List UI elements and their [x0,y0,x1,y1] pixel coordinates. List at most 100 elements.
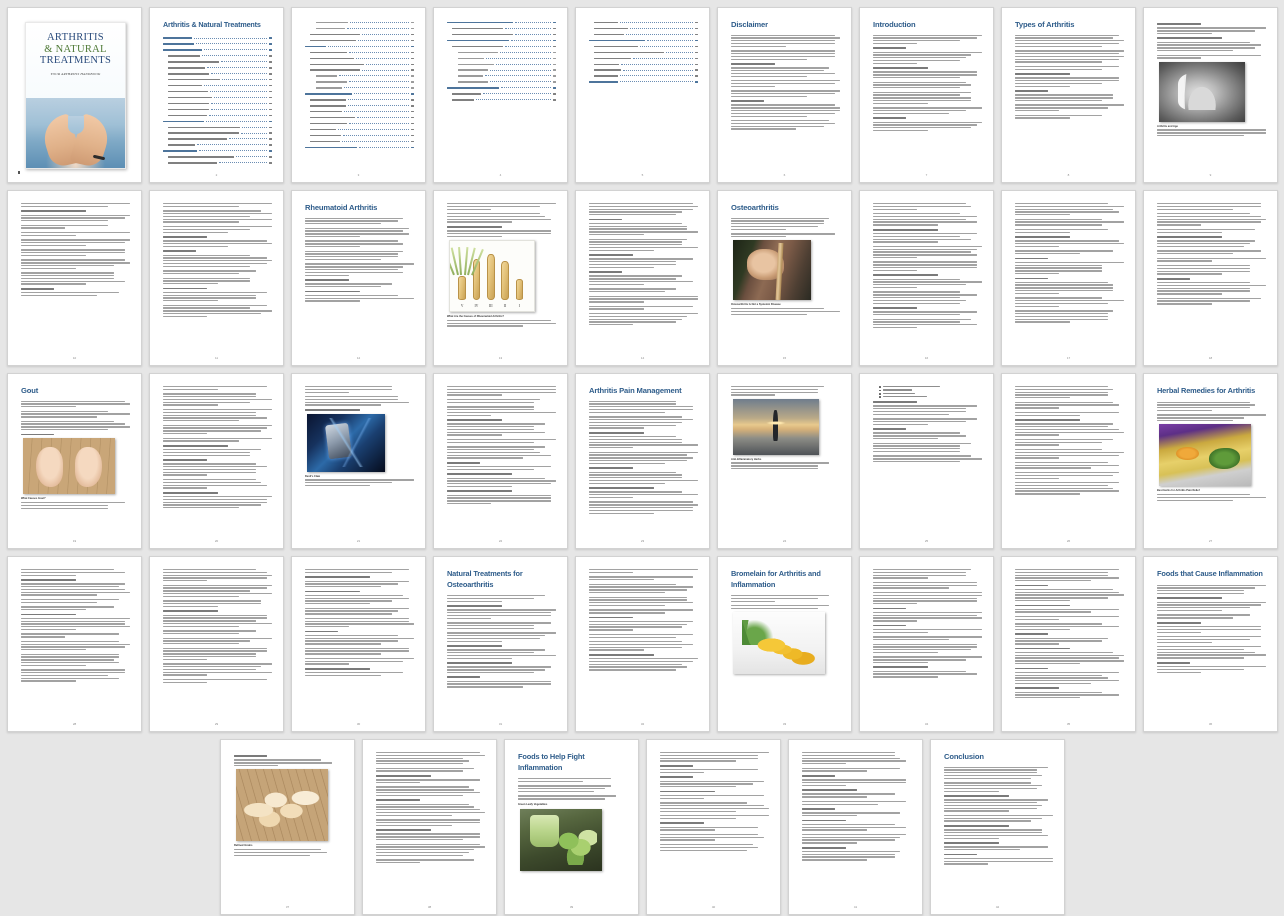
page-thumbnail[interactable]: Osteoarthritis Osteoarthritis Is Not a Sy… [717,190,852,366]
toc-entry[interactable] [168,131,272,134]
page-thumbnail[interactable]: 35 [1001,556,1136,732]
page-thumbnail[interactable]: 30 [291,556,426,732]
toc-entry[interactable] [452,91,556,95]
page-thumbnail[interactable]: Arthritis and Age 9 [1143,7,1278,183]
page-thumbnail[interactable]: 40 [646,739,781,915]
toc-entry[interactable] [310,68,414,71]
toc-entry[interactable] [316,20,414,24]
page-thumbnail[interactable]: 29 [149,556,284,732]
toc-entry[interactable] [458,68,556,71]
toc-entry[interactable] [310,121,414,125]
toc-entry[interactable] [305,145,414,149]
toc-entry[interactable] [305,44,414,48]
toc-entry[interactable] [458,56,556,60]
page-thumbnail[interactable]: Introduction 7 [859,7,994,183]
toc-entry[interactable] [452,44,556,48]
page-thumbnail[interactable]: 10 [7,190,142,366]
toc-entry[interactable] [452,32,556,36]
toc-entry[interactable] [458,79,556,83]
toc-entry[interactable] [594,62,698,65]
page-thumbnail[interactable]: 14 [575,190,710,366]
toc-entry[interactable] [316,26,414,30]
toc-entry[interactable] [310,139,414,143]
page-thumbnail[interactable]: Conclusion 42 [930,739,1065,915]
toc-entry[interactable] [163,36,272,39]
page-thumbnail[interactable]: Devil's Claw 21 [291,373,426,549]
page-thumbnail[interactable]: 4 [433,7,568,183]
page-thumbnail[interactable]: 11 [149,190,284,366]
toc-entry[interactable] [458,50,556,54]
toc-entry[interactable] [310,133,414,137]
page-thumbnail[interactable]: Disclaimer 6 [717,7,852,183]
page-thumbnail[interactable]: 38 [362,739,497,915]
toc-entry[interactable] [168,154,272,158]
toc-entry[interactable] [168,160,272,164]
toc-entry[interactable] [452,26,556,30]
toc-entry[interactable] [168,71,272,75]
toc-entry[interactable] [168,83,272,87]
toc-entry[interactable] [168,95,272,99]
toc-entry[interactable] [316,79,414,83]
toc-entry[interactable] [316,73,414,77]
toc-entry[interactable] [168,59,272,63]
page-thumbnail[interactable]: 22 [433,373,568,549]
toc-entry[interactable] [163,119,272,123]
toc-entry[interactable] [594,32,698,36]
page-thumbnail[interactable]: Bromelain for Arthritis and Inflammation… [717,556,852,732]
toc-entry[interactable] [594,26,698,30]
page-thumbnail[interactable]: Natural Treatments for Osteoarthritis 31 [433,556,568,732]
toc-entry[interactable] [310,62,414,65]
toc-entry[interactable] [168,53,272,57]
toc-entry[interactable] [168,65,272,69]
toc-entry[interactable] [589,38,698,42]
page-thumbnail[interactable]: V IV III II I What Are the Causes of Rheumato… [433,190,568,366]
toc-entry[interactable] [447,20,556,24]
toc-entry[interactable] [168,113,272,117]
page-thumbnail[interactable]: 3 [291,7,426,183]
toc-entry[interactable] [594,56,698,60]
toc-entry[interactable] [310,97,414,101]
page-thumbnail[interactable]: Arthritis Pain Management 23 [575,373,710,549]
page-thumbnail[interactable]: 34 [859,556,994,732]
toc-entry[interactable] [168,77,272,81]
toc-entry[interactable] [310,109,414,113]
toc-entry[interactable] [305,91,414,95]
page-thumbnail[interactable]: 17 [1001,190,1136,366]
toc-entry[interactable] [168,142,272,146]
toc-entry[interactable] [316,85,414,89]
page-thumbnail[interactable]: Types of Arthritis 8 [1001,7,1136,183]
toc-entry[interactable] [168,125,272,128]
toc-entry[interactable] [594,50,698,54]
page-thumbnail[interactable]: 5 [575,7,710,183]
toc-entry[interactable] [310,38,414,42]
toc-entry[interactable] [594,44,698,48]
page-thumbnail[interactable]: 28 [7,556,142,732]
toc-entry[interactable] [594,20,698,24]
toc-entry[interactable] [168,107,272,111]
page-thumbnail[interactable]: Herbal Remedies for Arthritis Best Herbs … [1143,373,1278,549]
page-thumbnail[interactable]: 20 [149,373,284,549]
toc-entry[interactable] [310,115,414,119]
toc-entry[interactable] [594,73,698,77]
page-thumbnail[interactable]: 26 [1001,373,1136,549]
page-thumbnail[interactable]: Foods that Cause Inflammation 36 [1143,556,1278,732]
toc-entry[interactable] [589,79,698,83]
toc-entry[interactable] [168,89,272,93]
toc-entry[interactable] [447,85,556,89]
page-thumbnail[interactable]: ARTHRITIS & NATURAL TREATMENTS YOUR ARTHRIT… [7,7,142,183]
toc-entry[interactable] [310,56,414,60]
page-thumbnail[interactable]: Rheumatoid Arthritis 12 [291,190,426,366]
page-thumbnail[interactable]: Refined Grains 37 [220,739,355,915]
toc-entry[interactable] [452,97,556,101]
page-thumbnail[interactable]: 16 [859,190,994,366]
toc-entry[interactable] [594,68,698,71]
page-thumbnail[interactable]: 41 [788,739,923,915]
toc-entry[interactable] [310,103,414,107]
toc-entry[interactable] [447,38,556,42]
toc-entry[interactable] [163,148,272,152]
toc-entry[interactable] [458,73,556,77]
toc-entry[interactable] [163,41,272,45]
page-thumbnail[interactable]: Anti-Inflammatory Herbs 24 [717,373,852,549]
toc-entry[interactable] [163,47,272,51]
page-thumbnail[interactable]: 18 [1143,190,1278,366]
